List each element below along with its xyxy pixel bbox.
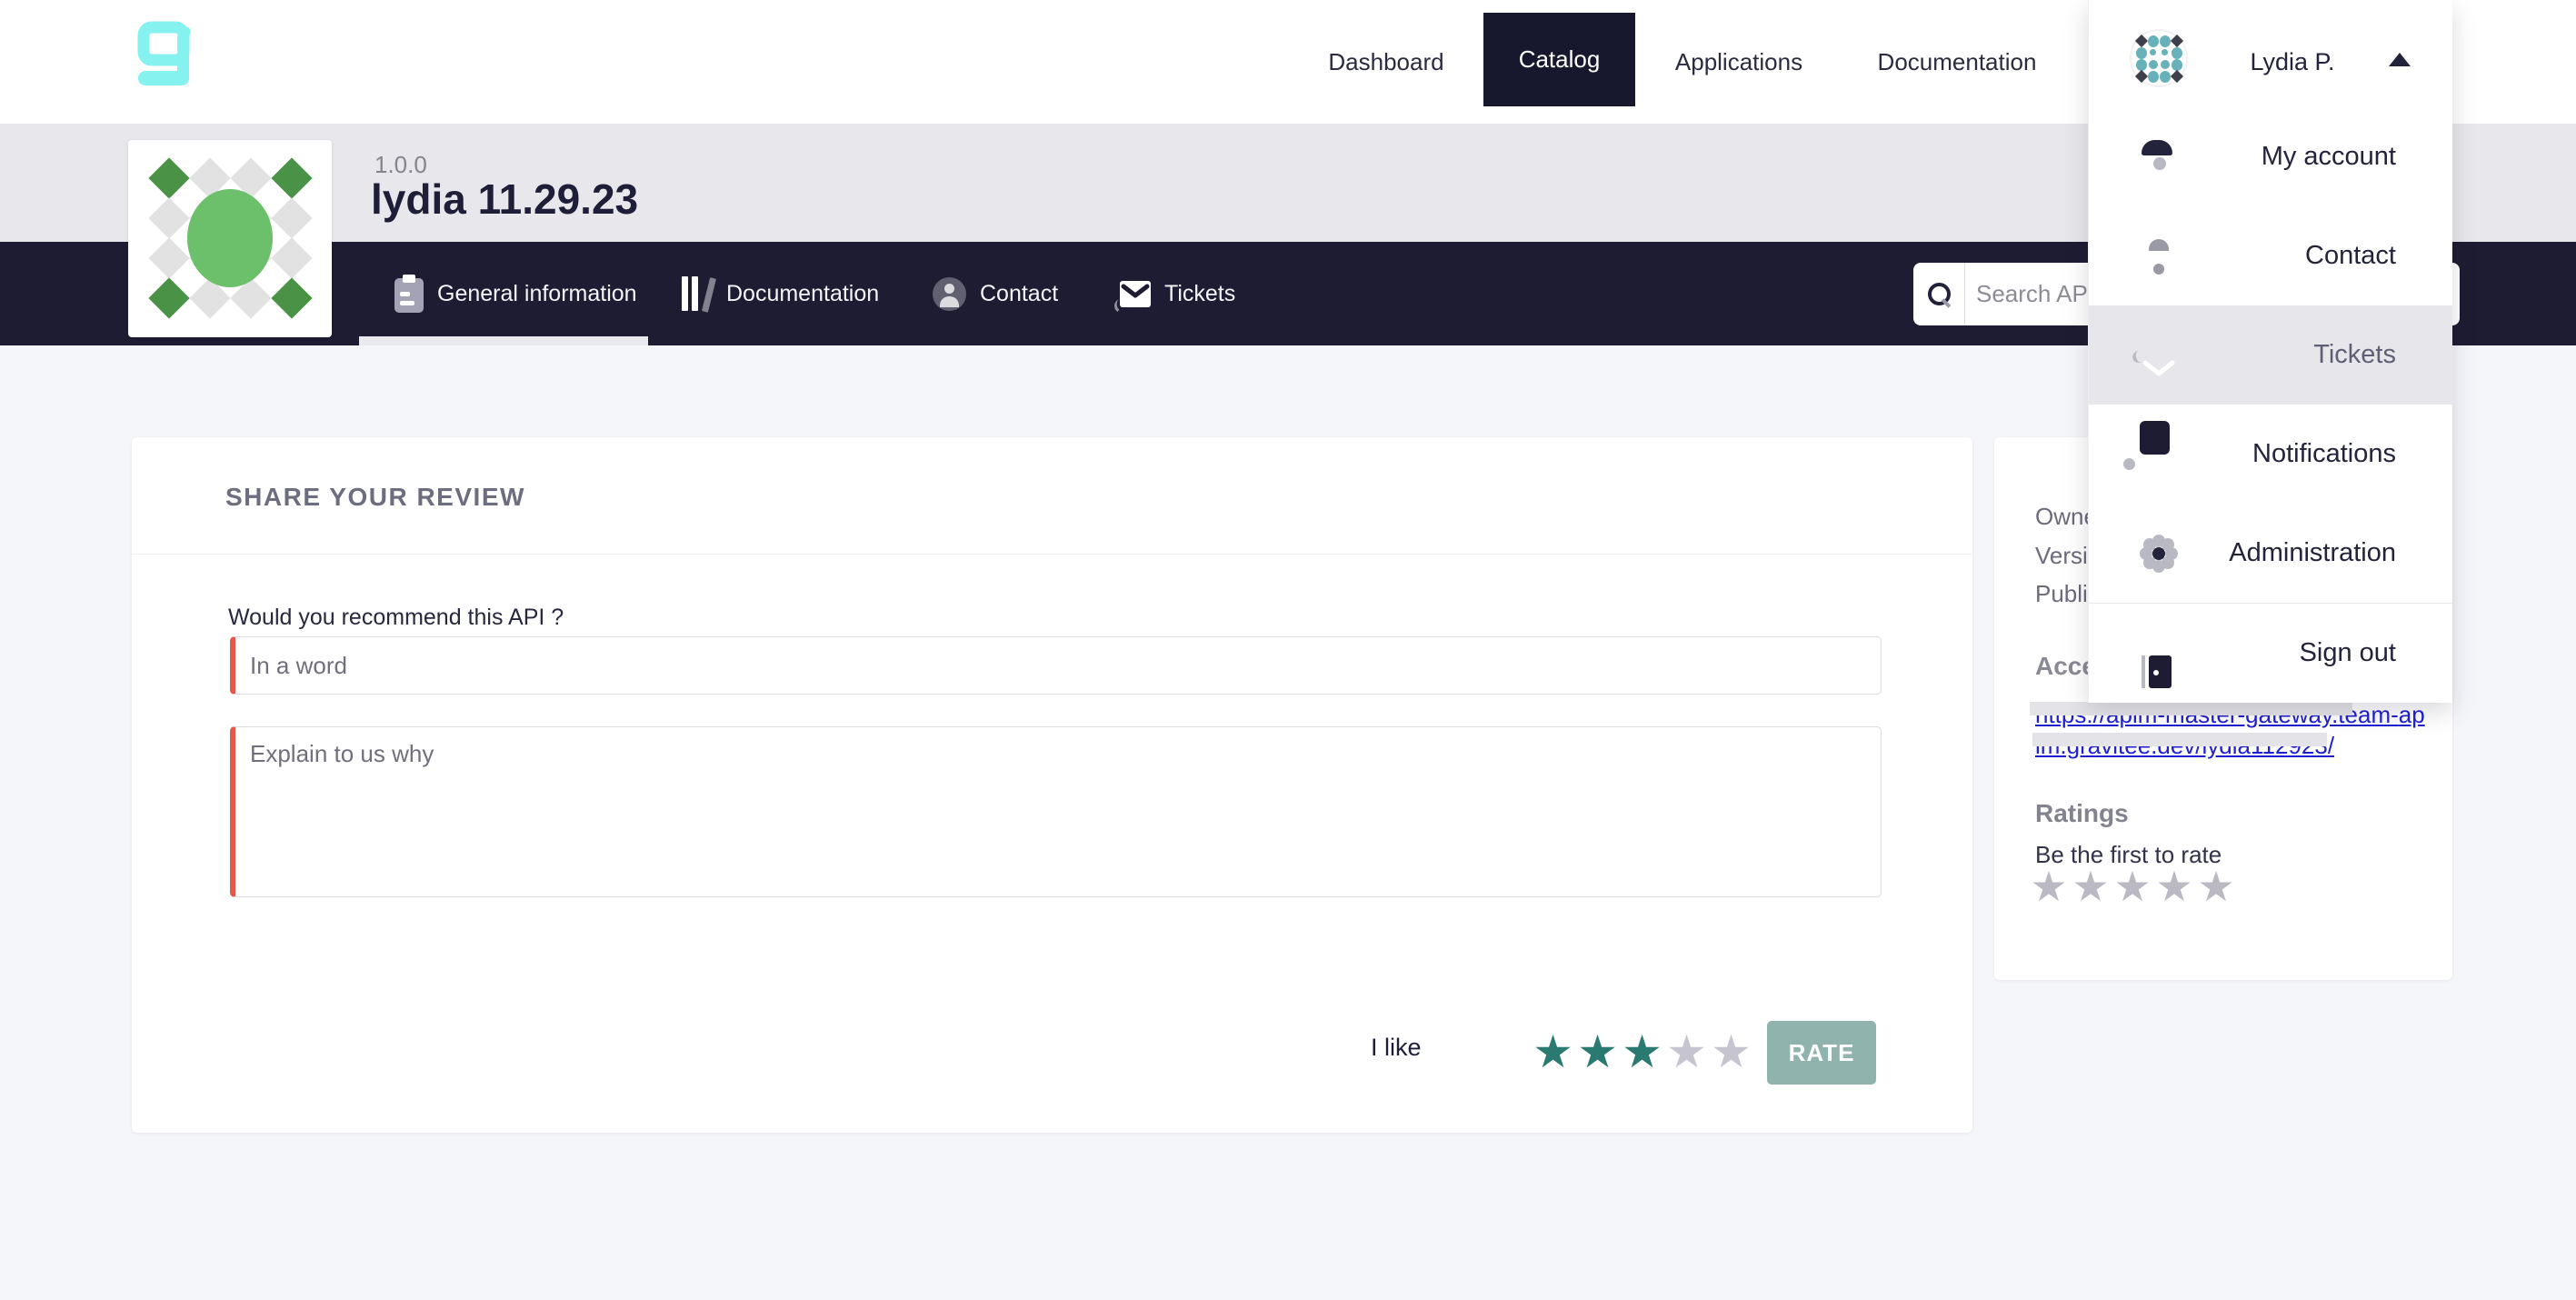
menu-item-administration[interactable]: Administration [2089,504,2452,603]
tab-label: General information [437,281,637,307]
star-icon: ★ [2196,862,2236,911]
star-icon[interactable]: ★ [1621,1025,1663,1078]
entrypoint-link[interactable]: https://apim-master-gateway.team-apim.gr… [2035,699,2426,761]
star-icon[interactable]: ★ [1710,1025,1752,1078]
nav-item-applications[interactable]: Applications [1662,0,1816,124]
api-identicon-circle [187,189,273,287]
nav-item-dashboard[interactable]: Dashboard [1320,0,1453,124]
star-icon[interactable]: ★ [1576,1025,1619,1078]
tab-tickets[interactable]: Tickets [1120,242,1235,345]
link-overlay-bar [2030,702,2352,715]
star-icon: ★ [2029,862,2069,911]
user-name[interactable]: Lydia P. [2238,0,2347,124]
menu-item-sign-out[interactable]: Sign out [2089,604,2452,703]
menu-item-label: Sign out [2300,604,2396,703]
menu-item-label: Tickets [2313,305,2396,405]
review-star-rating[interactable]: ★★★★★ [1532,1010,1752,1094]
tab-contact[interactable]: Contact [933,242,1058,345]
published-label: Publi [2035,580,2088,608]
menu-item-contact[interactable]: Contact [2089,206,2452,305]
link-overlay-bar [2032,733,2327,746]
star-icon[interactable]: ★ [1665,1025,1708,1078]
active-tab-underline [359,336,648,345]
access-heading: Acce [2035,652,2096,681]
menu-item-tickets[interactable]: Tickets [2089,305,2452,405]
review-why-textarea[interactable] [230,726,1882,897]
api-identicon [128,140,332,337]
tab-label: Documentation [726,281,879,307]
version-label: Versi [2035,542,2088,570]
share-review-card: SHARE YOUR REVIEW Would you recommend th… [132,437,1972,1133]
ratings-heading: Ratings [2035,799,2129,828]
caret-up-icon[interactable] [2389,53,2411,66]
gravitee-logo-icon[interactable] [136,20,200,98]
search-icon [1928,283,1952,306]
user-avatar[interactable] [2130,29,2188,87]
menu-item-notifications[interactable]: Notifications [2089,405,2452,504]
review-word-input[interactable] [230,636,1882,695]
star-icon: ★ [2071,862,2111,911]
tab-label: Tickets [1164,281,1235,307]
envelope-icon [1120,281,1151,307]
menu-item-label: Administration [2229,504,2396,603]
tab-label: Contact [980,281,1058,307]
nav-item-catalog[interactable]: Catalog [1483,13,1635,106]
clipboard-icon [394,275,424,313]
nav-item-documentation[interactable]: Documentation [1862,0,2052,124]
card-header-divider [132,554,1972,555]
star-icon[interactable]: ★ [1532,1025,1574,1078]
gear-flower-icon [2140,535,2178,573]
books-icon [680,275,713,313]
avatar-identicon [2136,35,2182,82]
tab-documentation[interactable]: Documentation [680,242,879,345]
menu-item-label: Notifications [2252,405,2396,504]
tab-general-information[interactable]: General information [394,242,637,345]
person-circle-icon [933,277,966,311]
ratings-star-display: ★★★★★ [2029,857,2236,915]
menu-item-label: Contact [2305,206,2396,305]
review-question-label: Would you recommend this API ? [228,605,564,631]
star-icon: ★ [2154,862,2194,911]
rating-feedback-label: I like [1371,1034,1422,1062]
api-title: lydia 11.29.23 [371,175,638,224]
rate-button[interactable]: RATE [1767,1021,1876,1085]
review-card-heading: SHARE YOUR REVIEW [225,483,525,512]
star-icon: ★ [2112,862,2152,911]
